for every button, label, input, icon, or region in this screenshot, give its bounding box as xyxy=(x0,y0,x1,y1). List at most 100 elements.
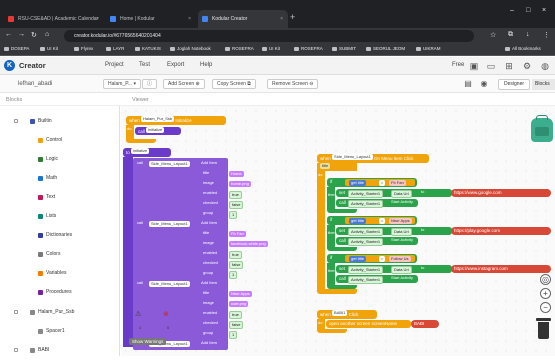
add-item-param[interactable]: enabled true xyxy=(135,310,315,319)
menu-help[interactable]: Help xyxy=(200,62,212,68)
sidebar-item-variables[interactable]: Variables xyxy=(0,264,120,283)
star-icon[interactable]: ☆ xyxy=(490,31,496,39)
operator-dropdown[interactable]: = xyxy=(379,180,386,186)
sidebar-item-control[interactable]: Control xyxy=(0,131,120,150)
value-block[interactable]: true xyxy=(229,311,242,319)
add-item-param[interactable]: title Fb Fan xyxy=(135,230,315,238)
zoom-in-icon[interactable]: + xyxy=(540,288,551,299)
compare-text[interactable]: Follow Us xyxy=(389,256,411,262)
add-item-param[interactable]: group 1 xyxy=(135,330,315,339)
bookmark-item[interactable]: ROSEFRA xyxy=(294,46,323,51)
minimize-icon[interactable]: – xyxy=(510,7,514,14)
screen-name-text[interactable]: BABI xyxy=(411,320,439,328)
compare-text[interactable]: Fb Fan xyxy=(389,180,406,186)
value-block[interactable]: true xyxy=(229,251,242,259)
add-item-param[interactable]: title Home xyxy=(135,170,315,178)
collapse-toggle-icon[interactable] xyxy=(14,310,18,314)
add-item-call[interactable]: call Side_Menu_Layout1 Add Item xyxy=(135,280,315,288)
screen-initialize-event[interactable]: when Halam_Pur_Ssb Initialize xyxy=(126,116,226,125)
menu-icon[interactable]: ⋮ xyxy=(543,31,550,39)
component-dropdown[interactable]: Halam_Pur_Ssb xyxy=(141,116,175,122)
backpack-icon[interactable] xyxy=(531,115,553,142)
value-block[interactable]: false xyxy=(229,201,244,209)
value-block[interactable]: 1 xyxy=(229,211,238,219)
bookmark-item[interactable]: All Bookmarks xyxy=(505,46,541,51)
value-block[interactable]: false xyxy=(229,261,244,269)
bookmark-item[interactable]: Joglah Notebook xyxy=(170,46,211,51)
add-item-call[interactable]: call Side_Menu_Layout1 Add Item xyxy=(135,220,315,228)
browser-tab-2[interactable]: Home | Kodular × xyxy=(106,10,196,28)
component-dropdown[interactable]: Activity_Starter1 xyxy=(348,238,384,246)
sidebar-item-babi[interactable]: BABI xyxy=(0,341,120,360)
operator-dropdown[interactable]: = xyxy=(379,218,386,224)
new-tab-icon[interactable]: + xyxy=(290,12,295,22)
component-dropdown[interactable]: Side_Menu_Layout1 xyxy=(149,281,190,287)
add-item-call[interactable]: call Side_Menu_Layout1 Add Item xyxy=(135,160,315,168)
text-value[interactable]: Ntsrr Apps xyxy=(229,291,252,297)
bookmark-item[interactable]: SEORUL JEOM xyxy=(366,46,405,51)
screen-info-icon[interactable]: ⓘ xyxy=(142,79,158,89)
settings-icon[interactable]: ⚙ xyxy=(521,60,533,72)
url-text-block[interactable]: https://play.google.com xyxy=(451,227,551,235)
browser-tab-3[interactable]: Kodular Creator × xyxy=(198,10,288,28)
url-text-block[interactable]: https://www.google.com xyxy=(451,189,551,197)
back-icon[interactable]: ← xyxy=(5,31,12,38)
bookmark-item[interactable]: ROSEFRA xyxy=(225,46,254,51)
recenter-icon[interactable]: ◎ xyxy=(540,274,551,285)
reload-icon[interactable]: ↻ xyxy=(31,31,37,39)
operator-dropdown[interactable]: = xyxy=(379,256,386,262)
sidebar-item-math[interactable]: Math xyxy=(0,169,120,188)
collapse-toggle-icon[interactable] xyxy=(14,348,18,352)
url-text-block[interactable]: https://www.instagram.com xyxy=(451,265,551,273)
sidebar-item-colors[interactable]: Colors xyxy=(0,245,120,264)
error-icon[interactable]: ⊗ xyxy=(163,310,169,318)
bookmark-item[interactable]: LAYR xyxy=(106,46,124,51)
gallery-icon[interactable]: ▣ xyxy=(468,60,480,72)
remove-screen-button[interactable]: Remove Screen ⊖ xyxy=(267,79,319,89)
value-block[interactable]: true xyxy=(229,191,242,199)
sidebar-item-procedures[interactable]: Procedures xyxy=(0,283,120,302)
add-item-param[interactable]: image home.png xyxy=(135,180,315,188)
open-screen-block[interactable]: open another screen screenName xyxy=(326,320,411,328)
sidebar-item-spacer1[interactable]: Spacer1 xyxy=(0,322,120,341)
text-value[interactable]: facebook-white.png xyxy=(229,241,268,247)
folder-icon[interactable]: ▭ xyxy=(485,60,497,72)
call-initialize-block[interactable]: call initialize xyxy=(135,127,181,135)
bookmark-item[interactable]: Flyrex xyxy=(74,46,93,51)
browser-tab-1[interactable]: RSU-CSE&AD | Academic Calendar × xyxy=(4,10,104,28)
sidebar-item-text[interactable]: Text xyxy=(0,188,120,207)
component-dropdown[interactable]: Side_Menu_Layout1 xyxy=(149,221,190,227)
close-tab-icon[interactable]: × xyxy=(280,10,283,28)
property-dropdown[interactable]: Data Uri xyxy=(391,266,412,274)
sidebar-item-screen[interactable]: Halam_Pur_Ssb xyxy=(0,303,120,322)
add-item-param[interactable]: enabled true xyxy=(135,250,315,259)
get-variable[interactable]: get title xyxy=(349,218,366,224)
compare-text[interactable]: Ntsrr Apps xyxy=(389,218,412,224)
property-dropdown[interactable]: Data Uri xyxy=(391,190,412,198)
home-icon[interactable]: ⌂ xyxy=(45,31,49,38)
text-value[interactable]: user.png xyxy=(229,301,249,307)
menu-project[interactable]: Project xyxy=(105,62,124,68)
collapse-toggle-icon[interactable] xyxy=(14,119,18,123)
value-block[interactable]: 1 xyxy=(229,331,238,339)
maximize-icon[interactable]: □ xyxy=(526,7,530,14)
live-icon[interactable]: ◉ xyxy=(478,78,490,90)
value-block[interactable]: false xyxy=(229,321,244,329)
bookmark-item[interactable]: UI Kit xyxy=(40,46,58,51)
text-value[interactable]: Home xyxy=(229,171,244,177)
download-icon[interactable]: ↓ xyxy=(526,31,530,38)
url-input[interactable]: creator.kodular.io/#6776565640201404 xyxy=(64,30,474,42)
get-variable[interactable]: get title xyxy=(349,180,366,186)
bookmark-item[interactable]: UI Kit xyxy=(262,46,280,51)
component-dropdown[interactable]: Activity_Starter1 xyxy=(348,228,384,236)
component-dropdown[interactable]: Activity_Starter1 xyxy=(348,200,384,208)
grid-icon[interactable]: ⊞ xyxy=(503,60,515,72)
menu-item-click-event[interactable]: when Side_Menu_Layout1 On Menu Item Clic… xyxy=(317,154,429,163)
bookmark-item[interactable]: DOSEPA xyxy=(4,46,29,51)
bookmark-item[interactable]: KATUKIS xyxy=(135,46,161,51)
property-dropdown[interactable]: Data Uri xyxy=(391,228,412,236)
add-screen-button[interactable]: Add Screen ⊕ xyxy=(163,79,205,89)
value-block[interactable]: 1 xyxy=(229,271,238,279)
sidebar-item-builtin[interactable]: Builtin xyxy=(0,112,120,131)
component-dropdown[interactable]: Side_Menu_Layout1 xyxy=(149,161,190,167)
